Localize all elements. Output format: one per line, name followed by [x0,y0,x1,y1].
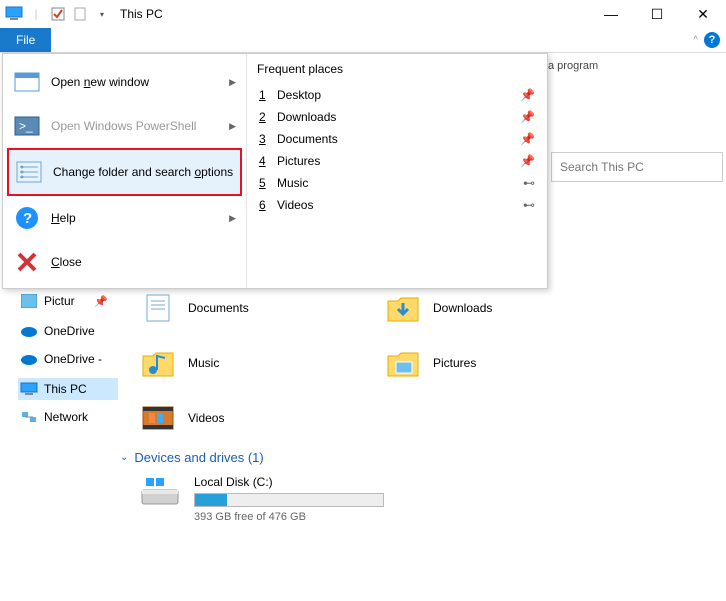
drive-name: Local Disk (C:) [194,475,384,489]
frequent-item-videos[interactable]: 6 Videos ⊷ [257,194,537,216]
frequent-places-panel: Frequent places 1 Desktop 📌 2 Downloads 📌 3 Doc… [247,54,547,288]
nav-pane: Pictur 📌 OneDrive OneDrive - This PC Net… [18,290,118,428]
frequent-item-music[interactable]: 5 Music ⊷ [257,172,537,194]
folder-pictures[interactable]: Pictures [385,345,476,381]
folder-videos[interactable]: Videos [140,400,224,436]
close-label: Close [51,255,236,269]
freq-label: Music [277,176,515,190]
submenu-caret-icon: ▶ [229,213,236,224]
powershell-item: >_ Open Windows PowerShell ▶ [7,104,242,148]
folder-music[interactable]: Music [140,345,219,381]
pictures-icon [20,293,38,309]
powershell-icon: >_ [13,112,41,140]
search-input[interactable]: Search This PC [551,152,723,182]
frequent-places-title: Frequent places [257,62,537,76]
properties-icon[interactable] [48,4,68,24]
onedrive-icon [20,351,38,367]
submenu-caret-icon: ▶ [229,121,236,132]
help-label: Help [51,211,219,225]
qat-divider: | [26,4,46,24]
svg-text:?: ? [23,210,32,227]
pictures-folder-icon [385,345,421,381]
downloads-icon [385,290,421,326]
pc-icon [4,4,24,24]
ribbon-fragment-text: a program [548,58,724,72]
quick-access-toolbar: | ▾ [4,4,112,24]
freq-label: Pictures [277,154,512,168]
file-menu: Open new window ▶ >_ Open Windows PowerS… [2,53,548,289]
freq-num: 2 [259,110,269,124]
pin-icon[interactable]: ⊷ [523,176,535,190]
pin-icon[interactable]: ⊷ [523,198,535,212]
help-icon[interactable]: ? [704,32,720,48]
qat-dropdown-icon[interactable]: ▾ [92,4,112,24]
frequent-item-pictures[interactable]: 4 Pictures 📌 [257,150,537,172]
local-disk-c[interactable]: Local Disk (C:) 393 GB free of 476 GB [140,475,384,523]
new-icon[interactable] [70,4,90,24]
freq-num: 1 [259,88,269,102]
frequent-item-downloads[interactable]: 2 Downloads 📌 [257,106,537,128]
folder-downloads[interactable]: Downloads [385,290,492,326]
chevron-down-icon: ⌄ [120,452,128,463]
window-icon [13,68,41,96]
nav-pictures[interactable]: Pictur 📌 [18,290,118,312]
open-new-window-label: Open new window [51,75,219,89]
file-menu-left: Open new window ▶ >_ Open Windows PowerS… [3,54,247,288]
search-placeholder: Search This PC [560,160,644,174]
onedrive-icon [20,323,38,339]
svg-text:>_: >_ [19,119,33,133]
freq-label: Desktop [277,88,512,102]
help-item[interactable]: ? Help ▶ [7,196,242,240]
devices-header[interactable]: ⌄ Devices and drives (1) [120,450,264,465]
network-icon [20,409,38,425]
help-circle-icon: ? [13,204,41,232]
open-new-window-item[interactable]: Open new window ▶ [7,60,242,104]
close-button[interactable]: ✕ [680,0,726,28]
maximize-button[interactable]: ☐ [634,0,680,28]
freq-num: 5 [259,176,269,190]
pin-icon[interactable]: 📌 [520,132,535,146]
freq-num: 6 [259,198,269,212]
nav-thispc[interactable]: This PC [18,378,118,400]
submenu-caret-icon: ▶ [229,77,236,88]
ribbon-right: ^ ? [687,28,726,52]
freq-label: Downloads [277,110,512,124]
frequent-item-documents[interactable]: 3 Documents 📌 [257,128,537,150]
folder-documents[interactable]: Documents [140,290,249,326]
nav-onedrive-1[interactable]: OneDrive [18,320,118,342]
collapse-ribbon-icon[interactable]: ^ [693,35,698,46]
titlebar: | ▾ This PC — ☐ ✕ [0,0,726,28]
drive-icon [140,475,180,511]
options-icon [15,158,43,186]
drive-usage-bar [194,493,384,507]
ribbon-fragment: a program [548,58,724,72]
window-title: This PC [120,7,163,21]
videos-icon [140,400,176,436]
pc-icon [20,381,38,397]
drive-free-text: 393 GB free of 476 GB [194,511,384,523]
change-folder-options-label: Change folder and search options [53,165,234,179]
close-item[interactable]: Close [7,240,242,284]
freq-label: Videos [277,198,515,212]
freq-label: Documents [277,132,512,146]
pin-icon[interactable]: 📌 [520,154,535,168]
change-folder-options-item[interactable]: Change folder and search options [7,148,242,196]
drive-info: Local Disk (C:) 393 GB free of 476 GB [194,475,384,523]
nav-network[interactable]: Network [18,406,118,428]
pin-icon[interactable]: 📌 [520,110,535,124]
documents-icon [140,290,176,326]
frequent-item-desktop[interactable]: 1 Desktop 📌 [257,84,537,106]
nav-onedrive-2[interactable]: OneDrive - [18,348,118,370]
powershell-label: Open Windows PowerShell [51,119,219,133]
minimize-button[interactable]: — [588,0,634,28]
pin-icon: 📌 [94,295,108,308]
window-buttons: — ☐ ✕ [588,0,726,28]
freq-num: 4 [259,154,269,168]
freq-num: 3 [259,132,269,146]
music-icon [140,345,176,381]
ribbon-tabs: File ^ ? [0,28,726,53]
file-tab[interactable]: File [0,28,51,52]
close-x-icon [13,248,41,276]
pin-icon[interactable]: 📌 [520,88,535,102]
